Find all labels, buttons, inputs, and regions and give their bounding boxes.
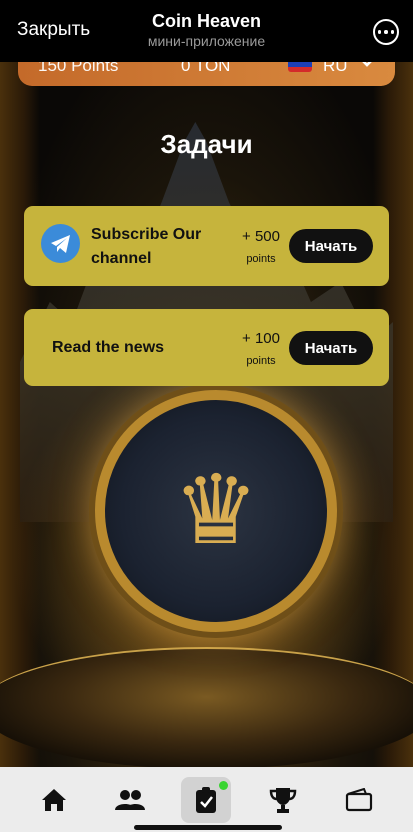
- chevron-down-icon[interactable]: [360, 62, 374, 72]
- reward-unit: points: [246, 355, 276, 367]
- ton-balance: 0 TON: [181, 62, 231, 75]
- task-title: Subscribe Our channel: [91, 226, 202, 267]
- language-select[interactable]: RU: [323, 62, 348, 76]
- tab-wallet[interactable]: [334, 777, 384, 823]
- task-card: Read the news + 100 points Начать: [24, 309, 389, 386]
- task-reward: + 100 points: [230, 330, 292, 367]
- points-balance: 150 Points: [38, 62, 119, 75]
- notification-dot: [219, 781, 228, 790]
- start-button[interactable]: Начать: [289, 229, 373, 263]
- tab-tasks[interactable]: [181, 777, 231, 823]
- telegram-icon: [41, 224, 80, 263]
- tab-friends[interactable]: [105, 777, 155, 823]
- bottom-tab-bar: [0, 767, 413, 832]
- reward-amount: + 100: [242, 330, 280, 347]
- reward-amount: + 500: [242, 228, 280, 245]
- top-bar: Закрыть Coin Heaven мини-приложение: [0, 0, 413, 62]
- task-card: Subscribe Our channel + 500 points Начат…: [24, 206, 389, 286]
- app-title: Coin Heaven: [151, 11, 262, 31]
- home-icon: [42, 789, 66, 811]
- reward-unit: points: [246, 253, 276, 265]
- tab-home[interactable]: [29, 777, 79, 823]
- pedestal: [0, 647, 413, 767]
- wallet-icon: [345, 788, 373, 812]
- friends-icon: [115, 790, 145, 810]
- task-title: Read the news: [52, 339, 165, 356]
- tab-leaderboard[interactable]: [258, 777, 308, 823]
- home-indicator: [134, 825, 282, 830]
- task-reward: + 500 points: [230, 228, 292, 265]
- title-block: Coin Heaven мини-приложение: [0, 11, 413, 49]
- tasks-icon: [196, 787, 216, 813]
- trophy-icon: [269, 788, 297, 813]
- more-icon[interactable]: [373, 19, 399, 45]
- app-subtitle: мини-приложение: [147, 33, 266, 49]
- crown-icon: ♛: [172, 457, 260, 564]
- start-button[interactable]: Начать: [289, 331, 373, 365]
- background-scene: ♛ 150 Points 0 TON RU Задачи Subscribe O…: [0, 62, 413, 767]
- flag-ru-icon[interactable]: [288, 62, 312, 72]
- crown-coin-illustration: ♛: [95, 390, 337, 632]
- page-title: Задачи: [160, 129, 253, 159]
- balance-strip: 150 Points 0 TON RU: [18, 62, 395, 86]
